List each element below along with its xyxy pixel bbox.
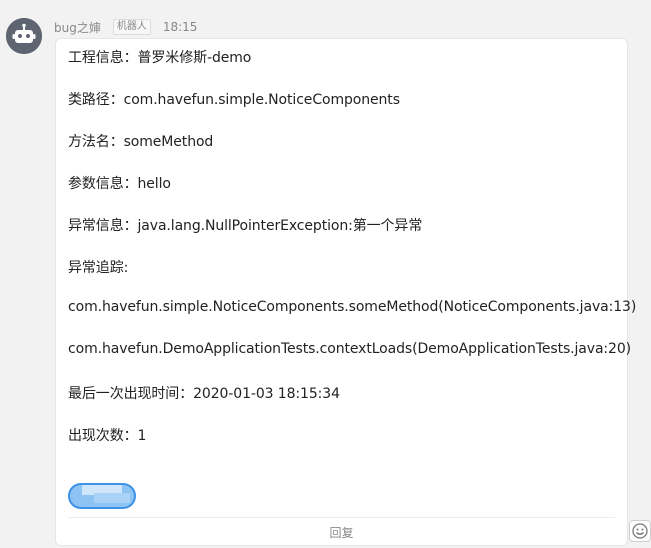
link-button[interactable] — [68, 483, 136, 509]
message-line: 最后一次出现时间：2020-01-03 18:15:34 — [68, 386, 340, 402]
reply-button[interactable]: 回复 — [56, 524, 627, 541]
message-line: com.havefun.simple.NoticeComponents.some… — [68, 299, 637, 315]
sender-name[interactable]: bug之婶 — [54, 19, 101, 36]
message-line: 出现次数：1 — [68, 428, 147, 444]
smiley-icon[interactable] — [629, 520, 651, 542]
robot-badge: 机器人 — [112, 19, 151, 35]
message-line: 异常追踪: — [68, 260, 129, 276]
message-line: com.havefun.DemoApplicationTests.context… — [68, 341, 632, 357]
sender-info: bug之婶 机器人 18:15 — [54, 18, 197, 36]
message-line: 工程信息：普罗米修斯-demo — [68, 50, 252, 66]
robot-avatar-icon[interactable] — [6, 18, 42, 54]
message-time: 18:15 — [162, 20, 198, 34]
message-line: 异常信息：java.lang.NullPointerException:第一个异… — [68, 218, 423, 234]
message-line: 参数信息：hello — [68, 176, 171, 192]
message-line: 类路径：com.havefun.simple.NoticeComponents — [68, 92, 400, 108]
divider — [68, 517, 615, 518]
message-card: 工程信息：普罗米修斯-demo 类路径：com.havefun.simple.N… — [55, 38, 636, 546]
message-line: 方法名：someMethod — [68, 134, 214, 150]
